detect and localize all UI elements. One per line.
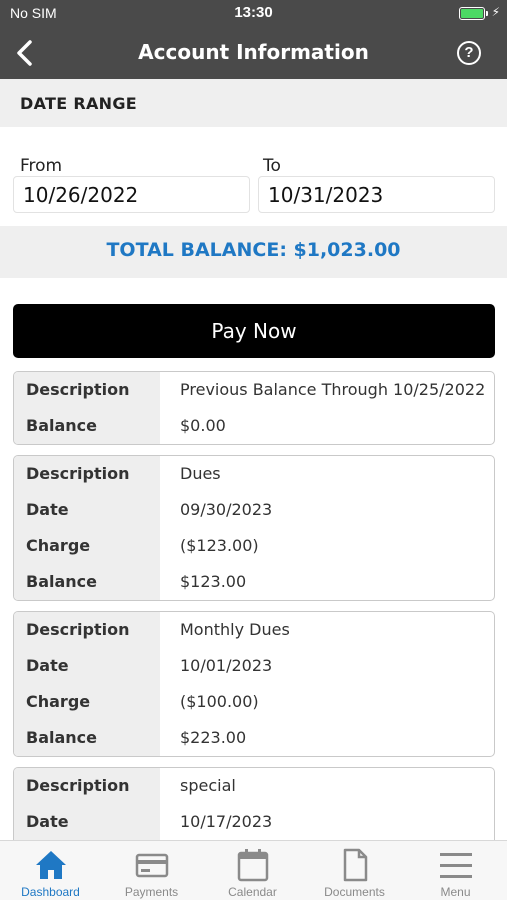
card-row: Description Monthly Dues (14, 612, 494, 648)
tab-dashboard[interactable]: Dashboard (0, 841, 101, 900)
row-value: ($123.00) (180, 536, 259, 555)
row-label: Date (14, 804, 160, 840)
tab-payments[interactable]: Payments (101, 841, 202, 900)
card-row: Date 09/30/2023 (14, 492, 494, 528)
row-value: special (180, 776, 236, 795)
tab-documents[interactable]: Documents (304, 841, 405, 900)
total-balance: TOTAL BALANCE: $1,023.00 (106, 239, 401, 261)
row-label: Description (14, 456, 160, 492)
transaction-card: Description Previous Balance Through 10/… (13, 371, 495, 445)
calendar-icon (237, 849, 269, 882)
card-row: Date 10/01/2023 (14, 648, 494, 684)
row-value: Previous Balance Through 10/25/2022 (180, 380, 486, 399)
page-title: Account Information (138, 40, 369, 64)
battery-icon (459, 7, 485, 20)
row-label: Balance (14, 564, 160, 600)
row-value: $223.00 (180, 728, 247, 747)
card-row: Charge ($100.00) (14, 684, 494, 720)
help-button[interactable]: ? (457, 41, 481, 65)
status-bar: No SIM 13:30 ⚡ (0, 0, 507, 28)
home-icon (36, 851, 66, 879)
row-value: $123.00 (180, 572, 247, 591)
card-row: Balance $123.00 (14, 564, 494, 600)
date-range-title: DATE RANGE (20, 94, 137, 113)
tab-bar: Dashboard Payments Calendar Documents Me… (0, 840, 507, 900)
nav-bar: Account Information ? (0, 28, 507, 79)
tab-label: Documents (324, 885, 385, 899)
transaction-card: Description Monthly Dues Date 10/01/2023… (13, 611, 495, 757)
status-time: 13:30 (234, 4, 273, 21)
from-label: From (20, 156, 63, 176)
row-label: Charge (14, 684, 160, 720)
tab-label: Payments (124, 885, 179, 899)
total-balance-bar: TOTAL BALANCE: $1,023.00 (0, 226, 507, 278)
document-icon (343, 848, 368, 882)
row-label: Balance (14, 720, 160, 756)
tab-label: Dashboard (21, 885, 80, 899)
tab-label: Calendar (228, 885, 277, 899)
row-value: ($100.00) (180, 692, 259, 711)
row-label: Date (14, 648, 160, 684)
pay-now-button[interactable]: Pay Now (13, 304, 495, 358)
row-value: Dues (180, 464, 221, 483)
card-row: Description special (14, 768, 494, 804)
menu-icon (440, 853, 472, 878)
card-row: Date 10/17/2023 (14, 804, 494, 840)
row-value: 09/30/2023 (180, 500, 273, 519)
row-value: $0.00 (180, 416, 226, 435)
credit-card-icon (135, 853, 169, 878)
question-icon: ? (464, 44, 474, 61)
transaction-card: Description Dues Date 09/30/2023 Charge … (13, 455, 495, 601)
row-label: Description (14, 612, 160, 648)
row-label: Description (14, 372, 160, 408)
card-row: Balance $223.00 (14, 720, 494, 756)
row-label: Balance (14, 408, 160, 444)
from-date-field[interactable]: 10/26/2022 (13, 176, 250, 213)
card-row: Charge ($123.00) (14, 528, 494, 564)
row-label: Charge (14, 528, 160, 564)
card-row: Description Previous Balance Through 10/… (14, 372, 494, 408)
tab-menu[interactable]: Menu (405, 841, 506, 900)
charging-icon: ⚡ (491, 5, 500, 19)
row-value: Monthly Dues (180, 620, 290, 639)
row-label: Date (14, 492, 160, 528)
row-value: 10/01/2023 (180, 656, 273, 675)
to-date-field[interactable]: 10/31/2023 (258, 176, 495, 213)
tab-label: Menu (440, 885, 471, 899)
card-row: Balance $0.00 (14, 408, 494, 444)
tab-calendar[interactable]: Calendar (202, 841, 303, 900)
to-label: To (263, 156, 281, 176)
card-row: Description Dues (14, 456, 494, 492)
date-range-header: DATE RANGE (0, 79, 507, 127)
row-value: 10/17/2023 (180, 812, 273, 831)
row-label: Description (14, 768, 160, 804)
